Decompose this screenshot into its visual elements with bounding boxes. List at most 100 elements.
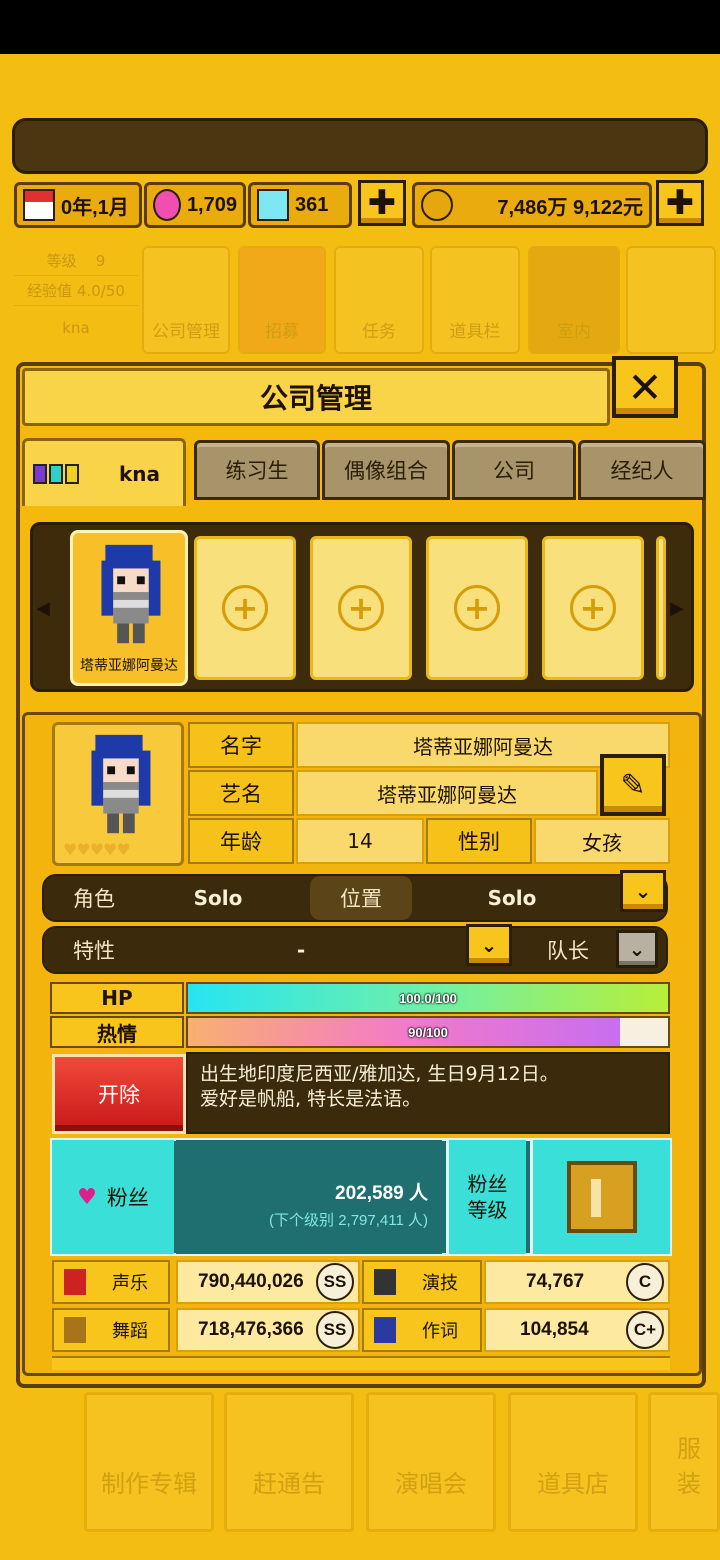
chevron-down-icon: ⌄ [628,937,646,961]
stage-name-label: 艺名 [188,770,294,816]
diamond-count: 361 [295,193,329,216]
money-display: 7,486万 9,122元 [412,182,652,228]
fans-next-level: (下个级别 2,797,411 人) [269,1212,428,1229]
nav-recruit: 招募 [238,246,326,354]
diamond-icon [257,189,289,221]
player-info-ghost: 等级 9 经验值 4.0/50 kna [14,246,138,354]
roster-card-name: 塔蒂亚娜阿曼达 [80,658,178,674]
hp-label: HP [50,982,184,1014]
hp-bar: 100.0/100 [186,982,670,1014]
stats-overflow-row [52,1356,670,1370]
diamond-display: 361 [248,182,352,228]
scroll-left-icon[interactable]: ◀ [36,598,50,619]
role-label: 角色 [73,887,115,911]
edit-name-button[interactable]: ✎ [600,754,666,816]
shoe-icon [64,1317,86,1343]
tab-company[interactable]: 公司 [452,440,576,500]
close-button[interactable]: ✕ [612,356,678,418]
age-label: 年龄 [188,818,294,864]
passion-text: 90/100 [408,1024,448,1040]
nav-quest: 任务 [334,246,424,354]
pink-gem-display: 1,709 [144,182,246,228]
fans-level-label: 粉丝 等级 [446,1140,526,1254]
tab-trainee[interactable]: 练习生 [194,440,320,500]
nav-inventory: 道具栏 [430,246,520,354]
position-label: 位置 [310,876,412,920]
nav-concert: 演唱会 [366,1392,496,1532]
position-value: Solo [487,886,537,910]
roster-card-selected[interactable]: 塔蒂亚娜阿曼达 [70,530,188,686]
empty-slot[interactable]: + [194,536,296,680]
fans-label-cell: ♥ 粉丝 [52,1140,174,1254]
idol-bio: 出生地印度尼西亚/雅加达, 生日9月12日。 爱好是帆船, 特长是法语。 [186,1052,670,1134]
leader-toggle[interactable]: ⌄ [616,930,658,968]
date-text: 0年,1月 [61,196,129,219]
empty-slot[interactable]: + [426,536,528,680]
hp-text: 100.0/100 [399,990,457,1006]
pink-gem-count: 1,709 [186,193,237,216]
trait-dropdown[interactable]: ⌄ [466,924,512,966]
tab-manager[interactable]: 经纪人 [578,440,706,500]
money-count: 7,486万 9,122元 [497,196,643,219]
stage-name-value: 塔蒂亚娜阿曼达 [296,770,598,816]
nav-interior: 室内 [528,246,620,354]
nav-costume: 服装 [648,1392,720,1532]
microphone-icon [64,1269,86,1295]
nav-item-shop: 道具店 [508,1392,638,1532]
add-slot-icon: + [454,585,500,631]
idol-portrait: ♥♥♥♥♥ [52,722,184,866]
add-money-button[interactable]: ✚ [656,180,704,226]
close-icon: ✕ [627,362,663,412]
top-banner [12,118,708,174]
add-gems-button[interactable]: ✚ [358,180,406,226]
fans-label: 粉丝 [106,1186,149,1210]
tab-kna[interactable]: kna [22,438,186,506]
bio-line: 爱好是帆船, 特长是法语。 [200,1088,422,1110]
tab-label: kna [119,461,161,486]
fans-count: 202,589 人 [335,1183,428,1204]
add-slot-icon: + [222,585,268,631]
camera-icon [374,1269,396,1295]
age-value: 14 [296,818,424,864]
fans-count-cell: 202,589 人 (下个级别 2,797,411 人) [176,1140,442,1254]
calendar-icon [23,189,55,221]
empty-slot[interactable]: + [310,536,412,680]
name-label: 名字 [188,722,294,768]
nav-company: 公司管理 [142,246,230,354]
coin-icon [421,189,453,221]
stat-vocal-grade: SS [316,1263,354,1301]
scroll-right-icon[interactable]: ▶ [670,598,684,619]
stat-dance-grade: SS [316,1311,354,1349]
nav-extra [626,246,716,354]
bio-line: 出生地印度尼西亚/雅加达, 生日9月12日。 [200,1063,559,1085]
passion-label: 热情 [50,1016,184,1048]
pink-gem-icon [153,189,181,221]
passion-bar: 90/100 [186,1016,670,1048]
empty-slot-partial [656,536,666,680]
stat-dance: 舞蹈 [52,1308,170,1352]
trait-value: - [296,938,306,962]
date-display: 0年,1月 [14,182,142,228]
level-value: 9 [95,251,106,270]
leader-label: 队长 [547,939,589,963]
fire-button[interactable]: 开除 [52,1054,186,1134]
level-label: 等级 [46,252,77,270]
gender-label: 性别 [426,818,532,864]
idol-sprite-icon [101,544,161,644]
trait-label: 特性 [73,939,115,963]
status-bar [0,0,720,54]
stat-acting: 演技 [362,1260,482,1304]
exp-label: 经验值 4.0/50 [27,282,125,300]
nav-make-album: 制作专辑 [84,1392,214,1532]
empty-slot[interactable]: + [542,536,644,680]
stat-lyrics: 作词 [362,1308,482,1352]
chevron-down-icon: ⌄ [480,933,498,957]
stat-vocal: 声乐 [52,1260,170,1304]
position-dropdown[interactable]: ⌄ [620,870,666,912]
tab-idol-group[interactable]: 偶像组合 [322,440,450,500]
add-slot-icon: + [570,585,616,631]
group-icon [33,463,79,484]
add-slot-icon: + [338,585,384,631]
pencil-icon: ✎ [620,767,646,803]
chevron-down-icon: ⌄ [634,879,652,903]
